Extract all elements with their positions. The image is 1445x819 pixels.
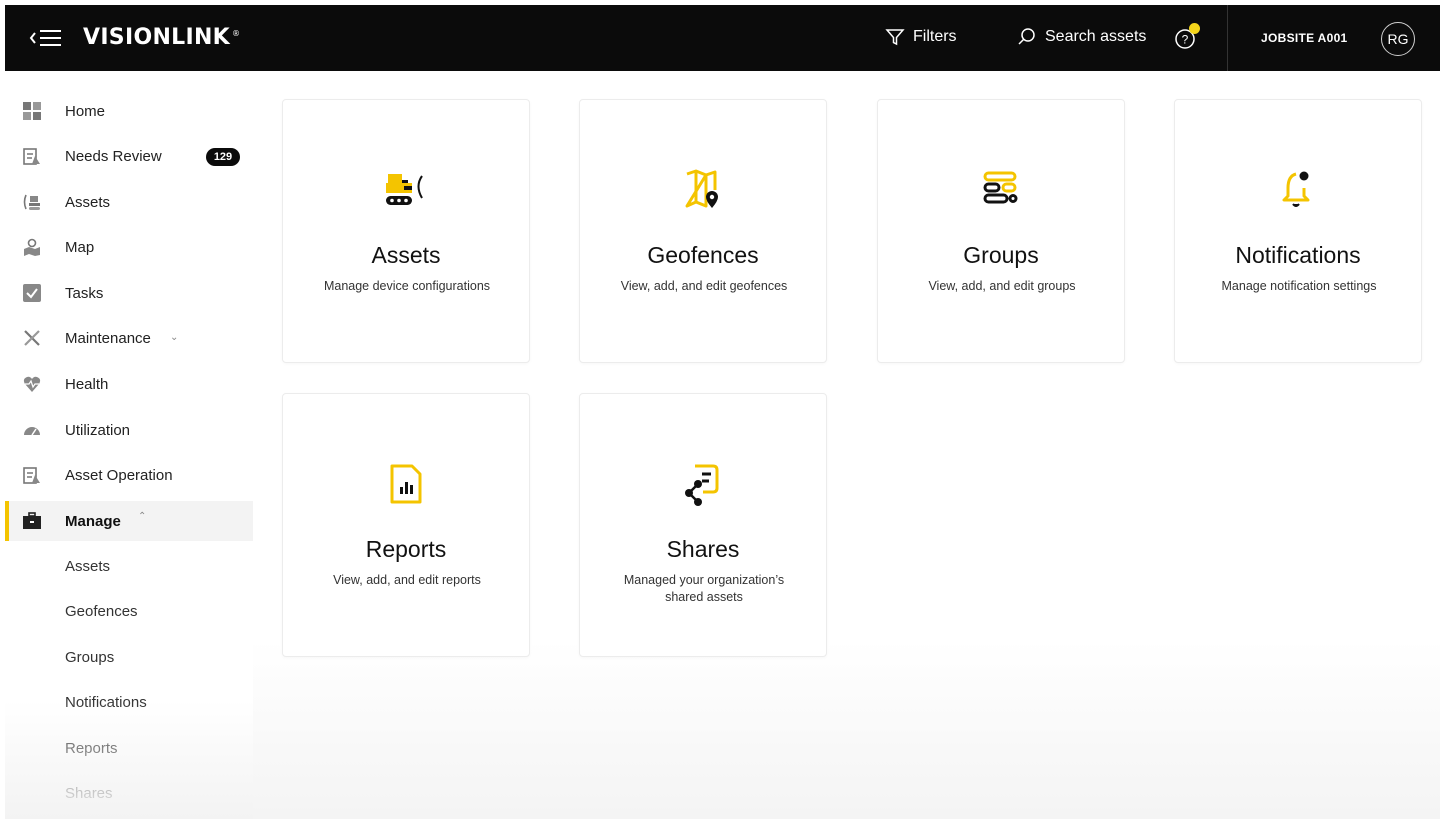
logo-registered-mark: ®: [232, 28, 241, 38]
card-description: Managed your organization’s shared asset…: [623, 573, 785, 604]
sidebar-item-utilization[interactable]: Utilization: [5, 410, 253, 450]
sidebar-subitem-label: Shares: [65, 784, 113, 802]
help-notification-dot: [1189, 23, 1200, 34]
card-assets[interactable]: Assets Manage device configurations: [282, 99, 530, 363]
health-icon: [23, 376, 41, 392]
card-title: Geofences: [647, 242, 759, 268]
filter-icon: [885, 29, 905, 46]
sidebar-item-health[interactable]: Health: [5, 364, 253, 404]
sidebar-subitem-groups[interactable]: Groups: [5, 637, 253, 677]
briefcase-icon: [23, 512, 41, 529]
sidebar-subitem-assets[interactable]: Assets: [5, 546, 253, 586]
sidebar-subitem-geofences[interactable]: Geofences: [5, 591, 253, 631]
sidebar-item-maintenance[interactable]: Maintenance ⌄: [5, 318, 253, 358]
content-fade: [253, 640, 1440, 819]
report-icon: [390, 464, 422, 504]
sidebar-item-tasks[interactable]: Tasks: [5, 273, 253, 313]
filters-label: Filters: [913, 28, 957, 45]
sidebar-subitem-reports[interactable]: Reports: [5, 728, 253, 768]
card-title: Groups: [963, 242, 1039, 268]
search-assets-button[interactable]: Search assets: [1017, 27, 1146, 47]
user-avatar[interactable]: RG: [1381, 22, 1415, 56]
sidebar-item-manage[interactable]: Manage ⌃: [5, 501, 253, 541]
visionlink-logo[interactable]: VISIONLINK ®: [83, 25, 240, 50]
operation-icon: [23, 467, 40, 484]
sidebar-subitem-label: Notifications: [65, 693, 147, 711]
gauge-icon: [24, 427, 40, 436]
sidebar-item-label: Utilization: [65, 421, 131, 439]
sidebar-item-label: Needs Review: [65, 147, 162, 165]
sidebar-subitem-notifications[interactable]: Notifications: [5, 682, 253, 722]
excavator-icon: [386, 174, 423, 205]
grid-icon: [23, 102, 41, 120]
card-description: View, add, and edit groups: [928, 279, 1076, 293]
sidebar-subitem-label: Groups: [65, 648, 115, 666]
logo-text: VISIONLINK: [83, 25, 231, 50]
sidebar-subitem-label: Reports: [65, 739, 118, 757]
card-title: Notifications: [1235, 242, 1361, 268]
card-reports[interactable]: Reports View, add, and edit reports: [282, 393, 530, 657]
sidebar-subitem-label: Assets: [65, 557, 111, 575]
sidebar-item-label: Assets: [65, 193, 111, 211]
collapse-menu-button[interactable]: [29, 25, 63, 51]
sidebar: Home Needs Review 129 Assets Map Tasks M…: [5, 84, 253, 819]
card-description: Manage device configurations: [323, 279, 491, 293]
assets-icon: [23, 194, 40, 210]
needs-review-count-badge: 129: [206, 148, 240, 166]
search-label: Search assets: [1045, 28, 1147, 45]
menu-collapse-icon: [29, 30, 61, 46]
geofence-map-icon: [685, 169, 718, 208]
sidebar-item-label: Manage: [65, 512, 121, 530]
sidebar-item-home[interactable]: Home: [5, 91, 253, 131]
sidebar-item-label: Maintenance: [65, 329, 151, 347]
chevron-down-icon: ⌄: [170, 332, 179, 343]
sidebar-item-label: Map: [65, 238, 95, 256]
sidebar-item-label: Tasks: [65, 284, 104, 302]
sidebar-item-needs-review[interactable]: Needs Review 129: [5, 136, 253, 176]
header-divider: [1227, 5, 1228, 71]
top-bar: VISIONLINK ® Filters Search assets ? JOBS…: [5, 5, 1440, 71]
tools-icon: [24, 330, 40, 346]
map-icon: [24, 238, 40, 256]
card-title: Assets: [371, 242, 441, 268]
review-icon: [23, 148, 40, 165]
filters-button[interactable]: Filters: [885, 27, 957, 47]
card-shares[interactable]: Shares Managed your organization’s share…: [579, 393, 827, 657]
tasks-icon: [23, 284, 41, 302]
sidebar-item-label: Health: [65, 375, 109, 393]
sidebar-subitem-label: Geofences: [65, 602, 138, 620]
card-description: Manage notification settings: [1221, 279, 1377, 293]
help-button[interactable]: ?: [1173, 23, 1200, 51]
card-title: Shares: [666, 536, 740, 562]
active-indicator: [5, 501, 9, 541]
card-description: View, add, and edit geofences: [620, 279, 788, 293]
card-notifications[interactable]: Notifications Manage notification settin…: [1174, 99, 1422, 363]
search-icon: [1018, 28, 1035, 45]
share-icon: [685, 464, 719, 506]
card-geofences[interactable]: Geofences View, add, and edit geofences: [579, 99, 827, 363]
sidebar-item-asset-operation[interactable]: Asset Operation: [5, 455, 253, 495]
sidebar-item-label: Home: [65, 102, 106, 120]
jobsite-selector[interactable]: JOBSITE A001: [1261, 31, 1348, 45]
sidebar-item-assets[interactable]: Assets: [5, 182, 253, 222]
card-groups[interactable]: Groups View, add, and edit groups: [877, 99, 1125, 363]
sidebar-item-map[interactable]: Map: [5, 227, 253, 267]
card-title: Reports: [365, 536, 447, 562]
sidebar-subitem-shares[interactable]: Shares: [5, 773, 253, 813]
sidebar-item-label: Asset Operation: [65, 466, 173, 484]
card-description: View, add, and edit reports: [333, 573, 481, 587]
groups-icon: [983, 171, 1018, 204]
svg-text:?: ?: [1182, 33, 1189, 47]
chevron-up-icon: ⌃: [138, 511, 147, 522]
bell-icon: [1282, 171, 1310, 207]
